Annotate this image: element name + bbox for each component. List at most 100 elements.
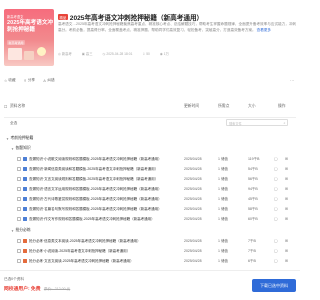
- preview-icon[interactable]: ▢: [274, 258, 278, 263]
- row-checkbox[interactable]: [17, 207, 21, 211]
- grade-icon: ▣: [81, 51, 85, 56]
- cart-icon[interactable]: ⊞: [285, 156, 288, 161]
- file-points: 1 储值: [218, 206, 228, 211]
- book-illustration: [8, 48, 22, 60]
- table-row[interactable]: 查漏知识·文言文阅读规则和答题模板-2025年高考语文冲刺抢押秘籍（新高考通用）…: [4, 176, 296, 183]
- lightbulb-illustration: [37, 47, 46, 56]
- table-row[interactable]: 查漏知识·作文写作规则和答题模板-2025年高考语文冲刺抢押秘籍（新高考通用） …: [4, 216, 296, 223]
- share-icon: ⇪: [23, 78, 27, 83]
- cover-title: 2025年高考语文冲刺抢押秘籍: [7, 20, 54, 33]
- file-name[interactable]: 查漏知识·新闻信息类阅读和答题模板-2025年高考语文冲刺抢押秘籍（新高考通用）: [29, 167, 179, 172]
- file-date: 2025/04/28: [184, 196, 202, 201]
- product-description: 高考语文…2025年高考语文冲刺抢押秘籍聚焦高考重点、精准核心考点、总结解题技巧…: [58, 22, 296, 34]
- file-name[interactable]: 查漏知识·古代诗歌鉴赏规则和答题模板-2025年高考语文冲刺抢押秘籍（新高考通用…: [29, 197, 179, 202]
- file-name[interactable]: 查漏知识·文言文阅读规则和答题模板-2025年高考语文冲刺抢押秘籍（新高考通用）: [29, 177, 179, 182]
- favorite-button[interactable]: ☆ 收藏: [4, 78, 16, 83]
- cart-icon[interactable]: ⊞: [285, 248, 288, 253]
- file-date: 2025/04/28: [184, 166, 202, 171]
- table-row[interactable]: 抢分必练·小说阅读-2025年高考语文冲刺抢押秘籍（新高考通用） 2025/04…: [4, 248, 296, 255]
- date-meta: ◷ 2025-04-28 18:01: [102, 51, 133, 56]
- file-points: 1 储值: [218, 186, 228, 191]
- file-size: 60千B: [248, 216, 258, 221]
- cover-image: 新高考语文 2025年高考语文冲刺抢押秘籍 新高考通用: [4, 9, 54, 66]
- file-name[interactable]: 查漏知识·名篇名句默写规则和答题模板-2025年高考语文冲刺抢押秘籍（新高考通用…: [29, 207, 179, 212]
- table-row[interactable]: 查漏知识·古代诗歌鉴赏规则和答题模板-2025年高考语文冲刺抢押秘籍（新高考通用…: [4, 196, 296, 203]
- preview-icon[interactable]: ▢: [274, 248, 278, 253]
- cart-icon[interactable]: ⊞: [285, 166, 288, 171]
- file-size: 56千B: [248, 176, 258, 181]
- row-checkbox[interactable]: [17, 217, 21, 221]
- preview-icon[interactable]: ▢: [274, 176, 278, 181]
- grade-meta: ▣ 高三: [81, 51, 93, 57]
- file-points: 1 储值: [218, 238, 228, 243]
- word-file-icon: [23, 156, 27, 161]
- header-checkbox[interactable]: ☐: [4, 104, 7, 109]
- preview-icon[interactable]: ▢: [274, 156, 278, 161]
- file-name[interactable]: 查漏知识·语言文字运用规则和答题模板-2025年高考语文冲刺抢押秘籍（新高考通用…: [29, 187, 179, 192]
- row-checkbox[interactable]: [17, 249, 21, 253]
- table-row[interactable]: 查漏知识·小说散文阅读规则和答题模板-2025年高考语文冲刺抢押秘籍（新高考通用…: [4, 156, 296, 163]
- row-checkbox[interactable]: [17, 157, 21, 161]
- region-meta: ◎ 新高考: [58, 51, 72, 57]
- share-button[interactable]: ⇪ 分享: [24, 78, 35, 83]
- file-points: 1 储值: [218, 216, 228, 221]
- preview-icon[interactable]: ▢: [274, 206, 278, 211]
- file-size: 119千B: [248, 156, 260, 161]
- cart-icon[interactable]: ⊞: [285, 216, 288, 221]
- file-date: 2025/04/28: [184, 238, 202, 243]
- word-file-icon: [23, 206, 27, 211]
- file-name[interactable]: 查漏知识·小说散文阅读规则和答题模板-2025年高考语文冲刺抢押秘籍（新高考通用…: [29, 157, 179, 162]
- file-date: 2025/04/28: [184, 248, 202, 253]
- table-row[interactable]: 抢分必练·信息类文本阅读-2025年高考语文冲刺抢押秘籍（新高考通用） 2025…: [4, 238, 296, 245]
- preview-icon[interactable]: ▢: [274, 166, 278, 171]
- cart-icon[interactable]: ⊞: [285, 196, 288, 201]
- row-checkbox[interactable]: [17, 167, 21, 171]
- row-checkbox[interactable]: [17, 239, 21, 243]
- cart-icon[interactable]: ⊞: [285, 258, 288, 263]
- preview-icon[interactable]: ▢: [274, 216, 278, 221]
- preview-icon[interactable]: ▢: [274, 186, 278, 191]
- caret-down-icon: ▼: [11, 146, 14, 151]
- ppt-file-icon: [23, 258, 27, 263]
- folder-sub2[interactable]: ▼ 抢分必练: [11, 228, 31, 233]
- more-link[interactable]: 查看更多: [257, 28, 271, 32]
- file-name[interactable]: 抢分必练·信息类文本阅读-2025年高考语文冲刺抢押秘籍（新高考通用）: [29, 239, 179, 244]
- row-checkbox[interactable]: [17, 187, 21, 191]
- table-row[interactable]: 查漏知识·新闻信息类阅读和答题模板-2025年高考语文冲刺抢押秘籍（新高考通用）…: [4, 166, 296, 173]
- file-name[interactable]: 查漏知识·作文写作规则和答题模板-2025年高考语文冲刺抢押秘籍（新高考通用）: [29, 217, 179, 222]
- table-row[interactable]: 抢分必练·文言文阅读-2025年高考语文冲刺抢押秘籍（新高考通用） 2025/0…: [4, 258, 296, 265]
- preview-icon[interactable]: ▢: [274, 238, 278, 243]
- word-file-icon: [23, 186, 27, 191]
- folder-sub1[interactable]: ▼ 各题知识: [11, 146, 31, 151]
- cart-icon[interactable]: ⊞: [285, 206, 288, 211]
- folder-root[interactable]: ▼ 考前抢押秘籍: [6, 136, 33, 141]
- star-icon: ☆: [4, 78, 8, 83]
- cart-icon[interactable]: ⊞: [285, 176, 288, 181]
- download-selected-button[interactable]: 下载已选中资料: [252, 279, 296, 292]
- title-row: 精品 2025年高考语文冲刺抢押秘籍（新高考通用）: [58, 12, 203, 22]
- cart-icon[interactable]: ⊞: [285, 238, 288, 243]
- page-title: 2025年高考语文冲刺抢押秘籍（新高考通用）: [69, 15, 204, 22]
- purchase-bar: 已选0个资料 网校通用户: 免费 原价：212.00 元 下载已选中资料: [0, 270, 300, 300]
- report-button[interactable]: ⚠ 纠错: [43, 78, 55, 83]
- row-checkbox[interactable]: [17, 197, 21, 201]
- col-actions: 操作: [278, 104, 286, 108]
- table-row[interactable]: 查漏知识·名篇名句默写规则和答题模板-2025年高考语文冲刺抢押秘籍（新高考通用…: [4, 206, 296, 213]
- row-checkbox[interactable]: [17, 259, 21, 263]
- preview-icon[interactable]: ▢: [274, 196, 278, 201]
- caret-down-icon: ▼: [11, 228, 14, 233]
- product-meta: ◎ 新高考 ▣ 高三 ◷ 2025-04-28 18:01 ⇩ 50 ◉ 1万: [58, 51, 169, 57]
- file-size: 45千B: [248, 196, 258, 201]
- table-row[interactable]: 查漏知识·语言文字运用规则和答题模板-2025年高考语文冲刺抢押秘籍（新高考通用…: [4, 186, 296, 193]
- select-all-label[interactable]: 全选: [10, 121, 17, 126]
- file-name[interactable]: 抢分必练·文言文阅读-2025年高考语文冲刺抢押秘籍（新高考通用）: [29, 259, 179, 264]
- ppt-file-icon: [23, 248, 27, 253]
- file-search-input[interactable]: 搜索文件 ⌕: [226, 119, 288, 126]
- file-points: 1 储值: [218, 248, 228, 253]
- search-icon: ⌕: [283, 120, 286, 125]
- row-checkbox[interactable]: [17, 177, 21, 181]
- more-options-icon[interactable]: ⋯: [290, 78, 294, 83]
- file-name[interactable]: 抢分必练·小说阅读-2025年高考语文冲刺抢押秘籍（新高考通用）: [29, 249, 179, 254]
- file-date: 2025/04/28: [184, 258, 202, 263]
- cart-icon[interactable]: ⊞: [285, 186, 288, 191]
